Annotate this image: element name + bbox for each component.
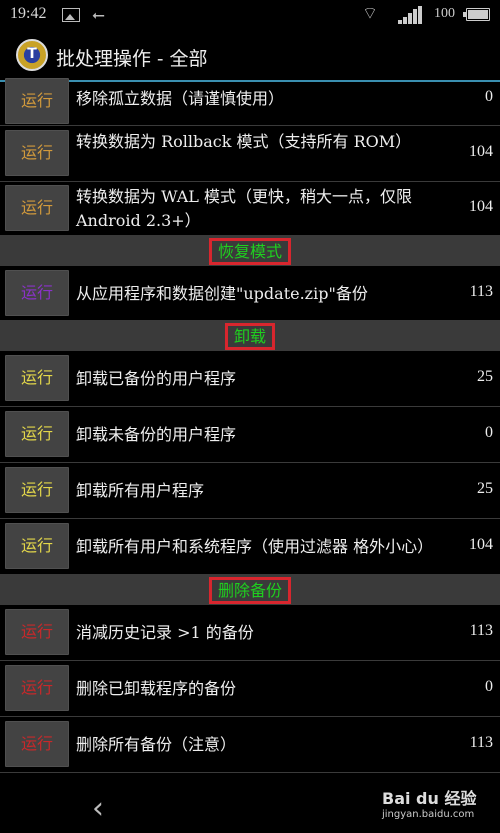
action-label: 转换数据为 WAL 模式（更快，稍大一点，仅限 Android 2.3+） (76, 187, 413, 230)
section-title: 恢复模式 (208, 238, 292, 265)
run-button[interactable]: 运行 (5, 721, 69, 767)
image-icon (62, 8, 80, 22)
battery-icon (463, 8, 490, 21)
list-item: 运行 移除孤立数据（请谨慎使用） 0 (0, 78, 500, 126)
list-item: 运行 转换数据为 Rollback 模式（支持所有 ROM） 104 (0, 126, 500, 182)
action-label: 卸载未备份的用户程序 (76, 425, 237, 444)
battery-level: 100 (434, 6, 455, 21)
run-button[interactable]: 运行 (5, 78, 69, 124)
list-item: 运行 消减历史记录 >1 的备份 113 (0, 605, 500, 661)
list-item: 运行 转换数据为 WAL 模式（更快，稍大一点，仅限 Android 2.3+） 1… (0, 182, 500, 236)
action-label: 删除已卸载程序的备份 (76, 679, 237, 698)
action-label: 卸载所有用户和系统程序（使用过滤器 格外小心） (76, 537, 434, 556)
section-header: 删除备份 (0, 575, 500, 605)
app-count: 104 (469, 198, 493, 215)
app-count: 0 (485, 424, 493, 441)
section-title: 卸载 (224, 323, 276, 350)
status-time: 19:42 (10, 5, 47, 22)
app-count: 25 (477, 368, 493, 385)
navigation-bar: ‹ Bai du 经验 jingyan.baidu.com (0, 779, 500, 833)
list-item: 运行 卸载所有用户和系统程序（使用过滤器 格外小心） 104 (0, 519, 500, 575)
app-count: 0 (485, 88, 493, 105)
app-count: 113 (469, 622, 493, 639)
run-button[interactable]: 运行 (5, 523, 69, 569)
app-count: 104 (469, 143, 493, 160)
action-label: 从应用程序和数据创建"update.zip"备份 (76, 283, 368, 303)
status-bar: 19:42 ⭠ ⌔ 100 (0, 0, 500, 30)
run-button[interactable]: 运行 (5, 411, 69, 457)
list-item: 运行 删除已卸载程序的备份 0 (0, 661, 500, 717)
list-item: 运行 卸载未备份的用户程序 0 (0, 407, 500, 463)
app-count: 113 (469, 282, 493, 300)
action-label: 卸载已备份的用户程序 (76, 369, 237, 388)
page-title: 批处理操作 - 全部 (56, 48, 208, 70)
watermark-brand: Bai du 经验 (382, 789, 477, 808)
run-button[interactable]: 运行 (5, 185, 69, 231)
list-item: 运行 从应用程序和数据创建"update.zip"备份 113 (0, 266, 500, 321)
section-title: 删除备份 (208, 577, 292, 604)
run-button[interactable]: 运行 (5, 269, 69, 316)
signal-icon (398, 6, 422, 24)
run-button[interactable]: 运行 (5, 467, 69, 513)
app-count: 104 (469, 536, 493, 553)
titanium-backup-icon[interactable]: T (16, 39, 48, 71)
section-header: 恢复模式 (0, 236, 500, 266)
back-icon[interactable]: ‹ (92, 791, 104, 826)
action-label: 消减历史记录 >1 的备份 (76, 623, 254, 642)
list-item: 运行 删除所有备份（注意） 113 (0, 717, 500, 773)
run-button[interactable]: 运行 (5, 665, 69, 711)
run-button[interactable]: 运行 (5, 130, 69, 176)
action-label: 卸载所有用户程序 (76, 481, 205, 500)
baidu-watermark: Bai du 经验 jingyan.baidu.com (382, 785, 492, 829)
run-button[interactable]: 运行 (5, 609, 69, 655)
section-header: 卸载 (0, 321, 500, 351)
action-label: 删除所有备份（注意） (76, 735, 237, 754)
app-count: 0 (485, 678, 493, 695)
usb-icon: ⭠ (92, 5, 105, 24)
action-bar: T 批处理操作 - 全部 (0, 30, 500, 82)
run-button[interactable]: 运行 (5, 355, 69, 401)
action-label: 移除孤立数据（请谨慎使用） (76, 89, 285, 108)
app-count: 113 (469, 734, 493, 751)
app-count: 25 (477, 480, 493, 497)
list-item: 运行 卸载已备份的用户程序 25 (0, 351, 500, 407)
watermark-url: jingyan.baidu.com (382, 809, 475, 820)
wifi-icon: ⌔ (362, 4, 378, 24)
batch-actions-list[interactable]: 运行 移除孤立数据（请谨慎使用） 0 运行 转换数据为 Rollback 模式（支持所有… (0, 78, 500, 773)
list-item: 运行 卸载所有用户程序 25 (0, 463, 500, 519)
action-label: 转换数据为 Rollback 模式（支持所有 ROM） (76, 132, 412, 151)
